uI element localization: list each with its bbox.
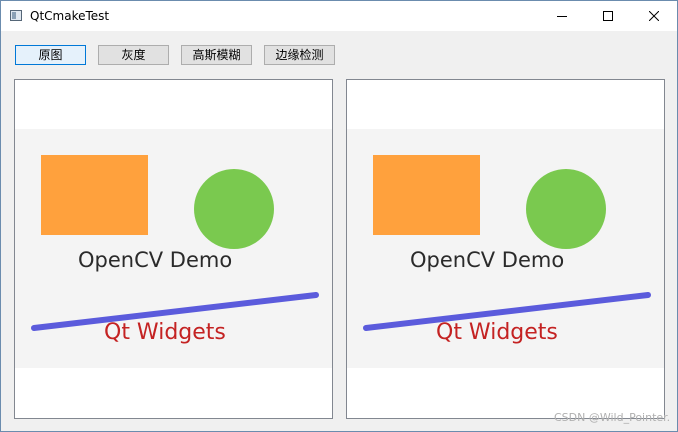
- qt-widgets-text: Qt Widgets: [104, 320, 226, 345]
- minimize-button[interactable]: [539, 1, 585, 31]
- grayscale-button[interactable]: 灰度: [98, 45, 169, 65]
- green-circle: [526, 169, 606, 249]
- processed-image-panel: OpenCV Demo Qt Widgets: [346, 79, 665, 419]
- opencv-demo-text: OpenCV Demo: [410, 248, 564, 272]
- maximize-icon: [603, 11, 613, 21]
- original-image-button[interactable]: 原图: [15, 45, 86, 65]
- qt-widgets-text: Qt Widgets: [436, 320, 558, 345]
- title-bar[interactable]: QtCmakeTest: [1, 1, 677, 31]
- original-image-panel: OpenCV Demo Qt Widgets: [14, 79, 333, 419]
- original-image: OpenCV Demo Qt Widgets: [15, 129, 332, 368]
- edge-detection-button[interactable]: 边缘检测: [264, 45, 335, 65]
- close-button[interactable]: [631, 1, 677, 31]
- watermark: CSDN @Wild_Pointer.: [554, 411, 671, 424]
- orange-rectangle: [41, 155, 148, 235]
- orange-rectangle: [373, 155, 480, 235]
- app-icon: [10, 10, 22, 21]
- main-window: QtCmakeTest 原图 灰度 高斯模糊 边缘检测 OpenCV Demo: [0, 0, 678, 432]
- window-title: QtCmakeTest: [30, 9, 110, 23]
- processed-image: OpenCV Demo Qt Widgets: [347, 129, 664, 368]
- opencv-demo-text: OpenCV Demo: [78, 248, 232, 272]
- green-circle: [194, 169, 274, 249]
- gaussian-blur-button[interactable]: 高斯模糊: [181, 45, 252, 65]
- close-icon: [649, 11, 659, 21]
- maximize-button[interactable]: [585, 1, 631, 31]
- minimize-icon: [557, 16, 567, 17]
